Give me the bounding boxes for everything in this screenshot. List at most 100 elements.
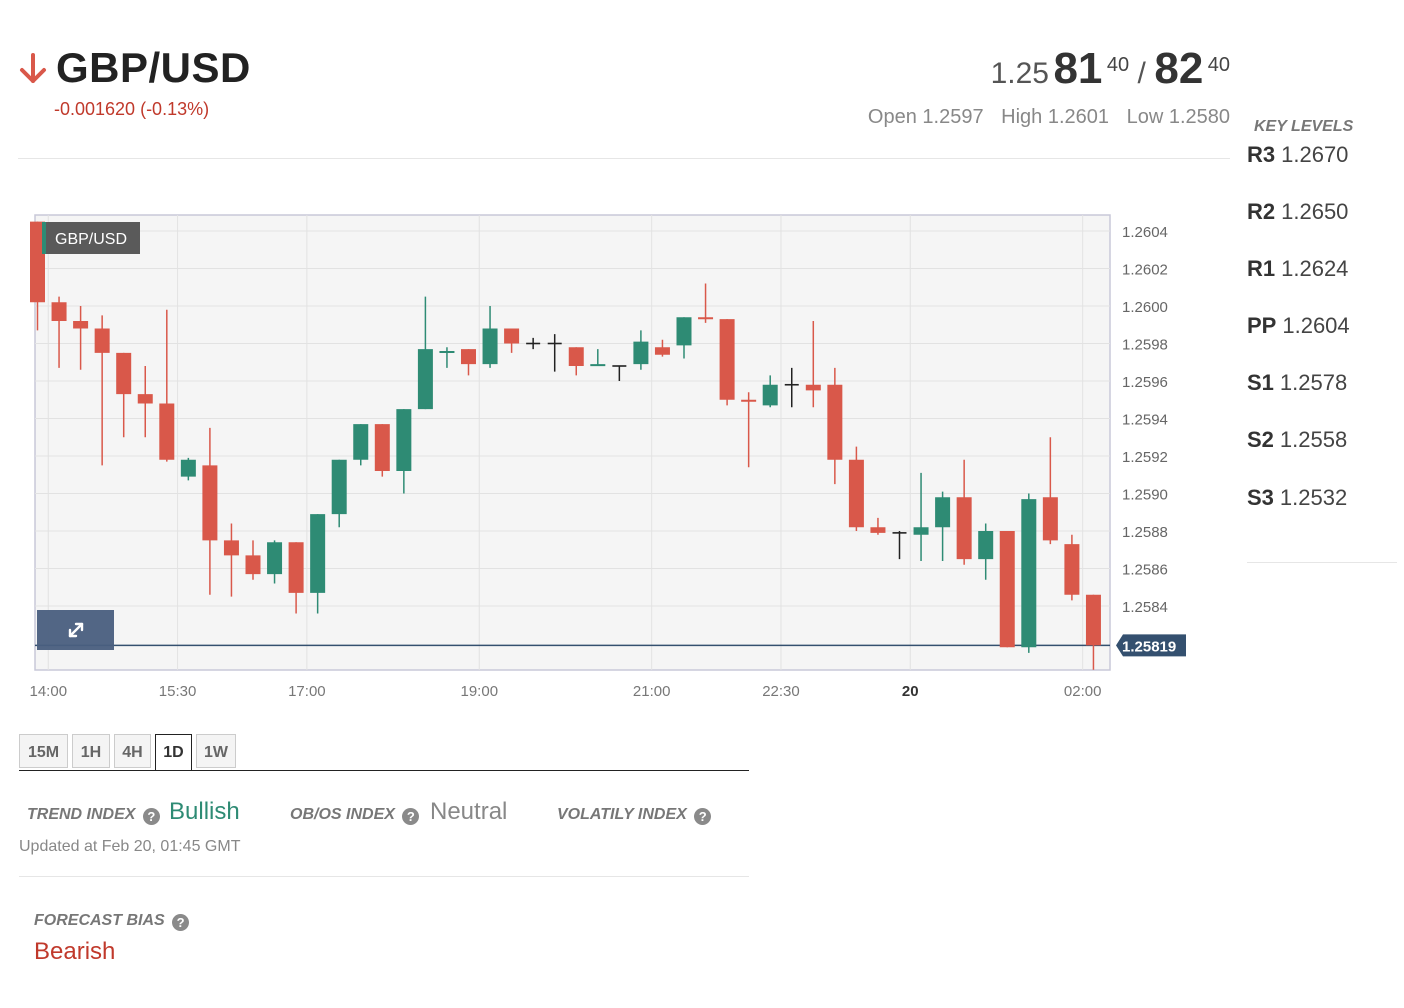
help-icon[interactable]: ? [402, 808, 420, 825]
symbol-badge-label: GBP/USD [55, 231, 127, 248]
candle-body [180, 459, 196, 477]
key-level-name: S2 [1247, 427, 1274, 452]
candle-body [827, 384, 843, 460]
help-icon[interactable]: ? [142, 808, 160, 825]
candle-body [633, 341, 649, 365]
tabs-underline [19, 770, 749, 771]
y-tick-label: 1.2604 [1122, 224, 1168, 241]
key-level-value: 1.2670 [1281, 142, 1349, 167]
x-tick-label: 19:00 [461, 683, 499, 700]
trend-index-text: TREND INDEX [27, 806, 136, 823]
candle-body [741, 399, 757, 402]
y-tick-label: 1.2594 [1122, 412, 1168, 429]
candle-body [1064, 544, 1080, 595]
obos-index-value: Neutral [430, 798, 508, 825]
y-tick-label: 1.2602 [1122, 262, 1168, 279]
key-level-value: 1.2578 [1279, 370, 1348, 395]
candle-body [267, 542, 283, 575]
y-tick-label: 1.2590 [1122, 487, 1168, 504]
candle-body [331, 459, 347, 515]
updated-timestamp: Updated at Feb 20, 01:45 GMT [19, 838, 241, 855]
candle-body [1021, 499, 1037, 648]
y-tick-label: 1.2586 [1122, 562, 1168, 579]
expand-icon [68, 622, 84, 638]
candle-body [568, 347, 584, 366]
candle-body [374, 424, 390, 471]
help-icon[interactable]: ? [172, 914, 190, 931]
candle-body [590, 364, 606, 367]
candle-body [762, 384, 778, 406]
candle-body [848, 459, 864, 528]
candle-body [223, 540, 239, 556]
candle-body [978, 531, 994, 560]
candle-body [288, 542, 304, 593]
tab-4h[interactable]: 4H [114, 734, 151, 768]
forecast-bias-label: FORECAST BIAS ? [34, 912, 190, 931]
key-level-r2: R2 1.2650 [1247, 199, 1348, 225]
candle-body [504, 328, 520, 344]
candle-body [202, 465, 218, 541]
volatility-index-label: VOLATILY INDEX ? [557, 806, 712, 825]
key-level-value: 1.2650 [1281, 199, 1349, 224]
key-level-value: 1.2604 [1282, 313, 1350, 338]
candle-body [654, 347, 670, 355]
x-tick-label: 17:00 [288, 683, 326, 700]
x-tick-label: 15:30 [159, 683, 197, 700]
candle-body [353, 424, 369, 460]
x-tick-label: 21:00 [633, 683, 671, 700]
symbol-badge-accent [42, 222, 46, 254]
expand-chart-button[interactable] [37, 610, 114, 650]
y-tick-label: 1.2598 [1122, 337, 1168, 354]
obos-index-text: OB/OS INDEX [290, 806, 395, 823]
key-level-r1: R1 1.2624 [1247, 256, 1348, 282]
candle-body [137, 394, 153, 404]
indices-divider [19, 876, 749, 877]
candlestick-chart[interactable]: 1.2604 1.2602 1.2600 1.2598 1.2596 1.2594 1.25… [0, 0, 1200, 710]
candle-body [805, 384, 821, 391]
y-tick-label: 1.2592 [1122, 449, 1168, 466]
x-tick-label: 22:30 [762, 683, 800, 700]
x-tick-label: 20 [902, 683, 919, 700]
last-price-label: 1.25819 [1122, 638, 1176, 655]
y-tick-label: 1.2600 [1122, 299, 1168, 316]
help-icon[interactable]: ? [694, 808, 712, 825]
candle-body [698, 317, 714, 320]
candle-body [159, 403, 175, 460]
y-tick-label: 1.2596 [1122, 374, 1168, 391]
candle-body [439, 351, 455, 353]
key-level-name: PP [1247, 313, 1277, 338]
candle-body [956, 497, 972, 560]
key-level-value: 1.2558 [1279, 427, 1348, 452]
candle-body [935, 497, 951, 528]
candle-body [417, 349, 433, 410]
candle-body [396, 409, 412, 471]
trend-index-value: Bullish [169, 798, 240, 825]
forecast-bias-value: Bearish [34, 938, 116, 965]
tab-1w[interactable]: 1W [196, 734, 236, 768]
tab-15m[interactable]: 15M [19, 734, 68, 768]
plot-area [34, 214, 1111, 671]
key-level-name: R1 [1247, 256, 1276, 281]
candle-body [94, 328, 110, 353]
key-level-s3: S3 1.2532 [1247, 485, 1347, 511]
candle-body [73, 321, 89, 329]
candle-body [913, 527, 929, 535]
candle-body [245, 555, 261, 575]
candle-body [310, 514, 326, 593]
key-level-value: 1.2624 [1281, 256, 1349, 281]
key-level-name: R3 [1247, 142, 1276, 167]
candle-body [676, 317, 692, 346]
tab-1h[interactable]: 1H [72, 734, 110, 768]
x-tick-label: 14:00 [30, 683, 68, 700]
volatility-index-text: VOLATILY INDEX [557, 806, 687, 823]
key-level-value: 1.2532 [1279, 485, 1348, 510]
candle-body [1085, 594, 1101, 646]
key-level-name: R2 [1247, 199, 1276, 224]
key-level-s1: S1 1.2578 [1247, 370, 1347, 396]
candle-body [51, 302, 67, 321]
key-level-name: S3 [1247, 485, 1274, 510]
y-tick-label: 1.2588 [1122, 524, 1168, 541]
candle-body [870, 527, 886, 533]
tab-1d[interactable]: 1D [155, 734, 192, 771]
forecast-bias-text: FORECAST BIAS [34, 912, 165, 929]
